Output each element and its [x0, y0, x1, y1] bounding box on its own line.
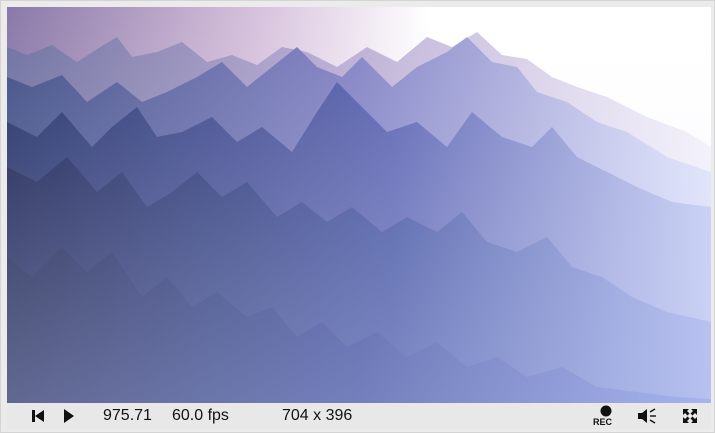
mountain-scene [7, 7, 711, 403]
play-icon [64, 409, 74, 423]
player-control-bar: 975.71 60.0 fps 704 x 396 REC [7, 403, 711, 429]
volume-button[interactable] [635, 403, 659, 429]
volume-icon [638, 408, 656, 424]
record-icon [600, 405, 612, 417]
skip-to-start-icon [32, 410, 44, 422]
shader-player-frame: 975.71 60.0 fps 704 x 396 REC [0, 0, 715, 433]
render-canvas[interactable] [7, 7, 711, 403]
record-button[interactable]: REC [593, 403, 617, 429]
fullscreen-icon [683, 409, 697, 423]
time-readout: 975.71 [103, 407, 152, 424]
fps-readout: 60.0 fps [172, 407, 229, 424]
mist-overlay [7, 7, 711, 403]
fullscreen-button[interactable] [679, 403, 701, 429]
resolution-readout: 704 x 396 [282, 407, 353, 424]
record-label: REC [593, 417, 613, 427]
rewind-button[interactable] [27, 403, 49, 429]
play-button[interactable] [57, 403, 79, 429]
